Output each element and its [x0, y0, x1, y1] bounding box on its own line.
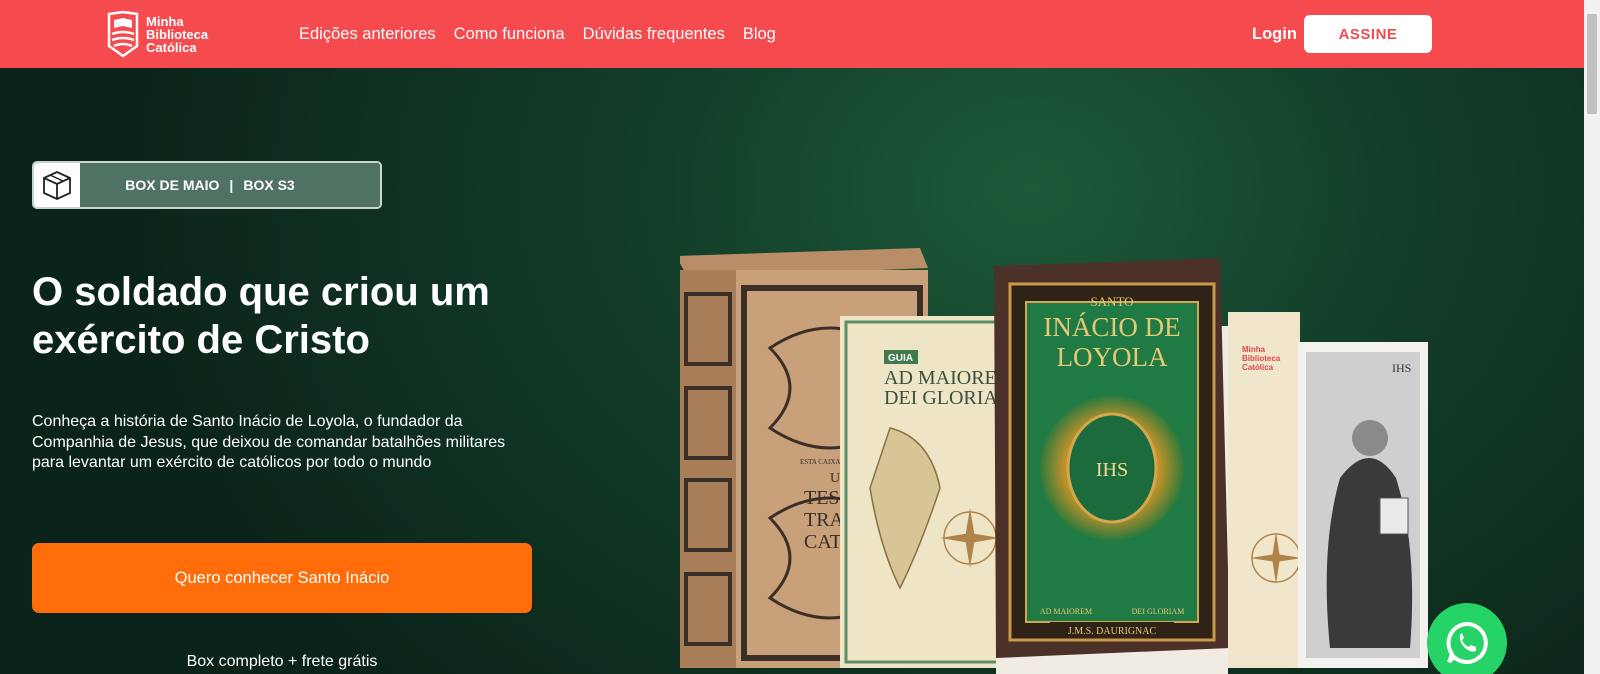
book-monogram: IHS [1096, 459, 1128, 481]
cta-button[interactable]: Quero conhecer Santo Inácio [32, 543, 532, 613]
cta-subtext: Box completo + frete grátis [186, 653, 378, 670]
logo-line: Católica [146, 39, 197, 55]
logo-text: Minha Biblioteca Católica [146, 15, 208, 54]
book-pretitle: SANTO [1090, 294, 1133, 309]
nav-link-blog[interactable]: Blog [743, 22, 776, 46]
box-icon [43, 171, 71, 200]
main-book: SANTO INÁCIO DE LOYOLA IHS AD MAIOREM DE… [994, 258, 1230, 674]
top-navbar: Minha Biblioteca Católica Edições anteri… [0, 0, 1584, 68]
login-link[interactable]: Login [1252, 22, 1297, 46]
nav-link-como-funciona[interactable]: Como funciona [454, 22, 565, 46]
product-showcase-image: ESTA CAIXA C UM TESO TRADI CATÓ GUIA AD … [680, 248, 1428, 674]
book-author: J.M.S. DAURIGNAC [1068, 626, 1157, 637]
box-icon-wrapper [34, 163, 80, 207]
guide-tag: GUIA [888, 353, 913, 364]
notebook: Minha Biblioteca Católica [1228, 312, 1302, 668]
logo-line: Minha [146, 13, 184, 29]
subscribe-button[interactable]: ASSINE [1304, 15, 1432, 53]
hero-section: BOX DE MAIO | BOX S3 O soldado que criou… [0, 68, 1584, 674]
book-motto: AD MAIOREM [1040, 607, 1092, 616]
whatsapp-icon [1446, 621, 1488, 664]
portrait-monogram: IHS [1392, 361, 1411, 375]
guide-book: GUIA AD MAIOREM DEI GLORIA [840, 316, 1016, 668]
logo-icon [107, 10, 139, 58]
book-motto: DEI GLORIAM [1132, 607, 1185, 616]
box-badge: BOX DE MAIO | BOX S3 [32, 161, 382, 209]
notebook-brand-line: Biblioteca [1242, 354, 1281, 363]
badge-separator: | [229, 177, 234, 193]
hero-description: Conheça a história de Santo Inácio de Lo… [32, 413, 506, 471]
nav-link-edicoes-anteriores[interactable]: Edições anteriores [299, 22, 436, 46]
portrait-print: IHS [1298, 342, 1428, 668]
logo-line: Biblioteca [146, 26, 209, 42]
box-series-label: BOX S3 [243, 177, 295, 193]
page-scrollbar[interactable] [1584, 0, 1600, 674]
nav-link-duvidas-frequentes[interactable]: Dúvidas frequentes [583, 22, 725, 46]
guide-title-line: DEI GLORIA [884, 387, 998, 409]
box-month-label: BOX DE MAIO [125, 177, 220, 193]
box-badge-text: BOX DE MAIO | BOX S3 [80, 163, 380, 207]
book-title-line: LOYOLA [1057, 342, 1168, 372]
book-title-line: INÁCIO DE [1043, 312, 1180, 342]
notebook-brand-line: Católica [1242, 363, 1274, 372]
scrollbar-thumb[interactable] [1587, 14, 1597, 114]
main-nav: Edições anteriores Como funciona Dúvidas… [299, 22, 776, 46]
whatsapp-button[interactable] [1427, 603, 1507, 674]
notebook-brand-line: Minha [1242, 345, 1266, 354]
logo[interactable]: Minha Biblioteca Católica [106, 9, 216, 59]
hero-title: O soldado que criou um exército de Crist… [32, 270, 490, 362]
box-text-line: ESTA CAIXA C [800, 458, 847, 466]
